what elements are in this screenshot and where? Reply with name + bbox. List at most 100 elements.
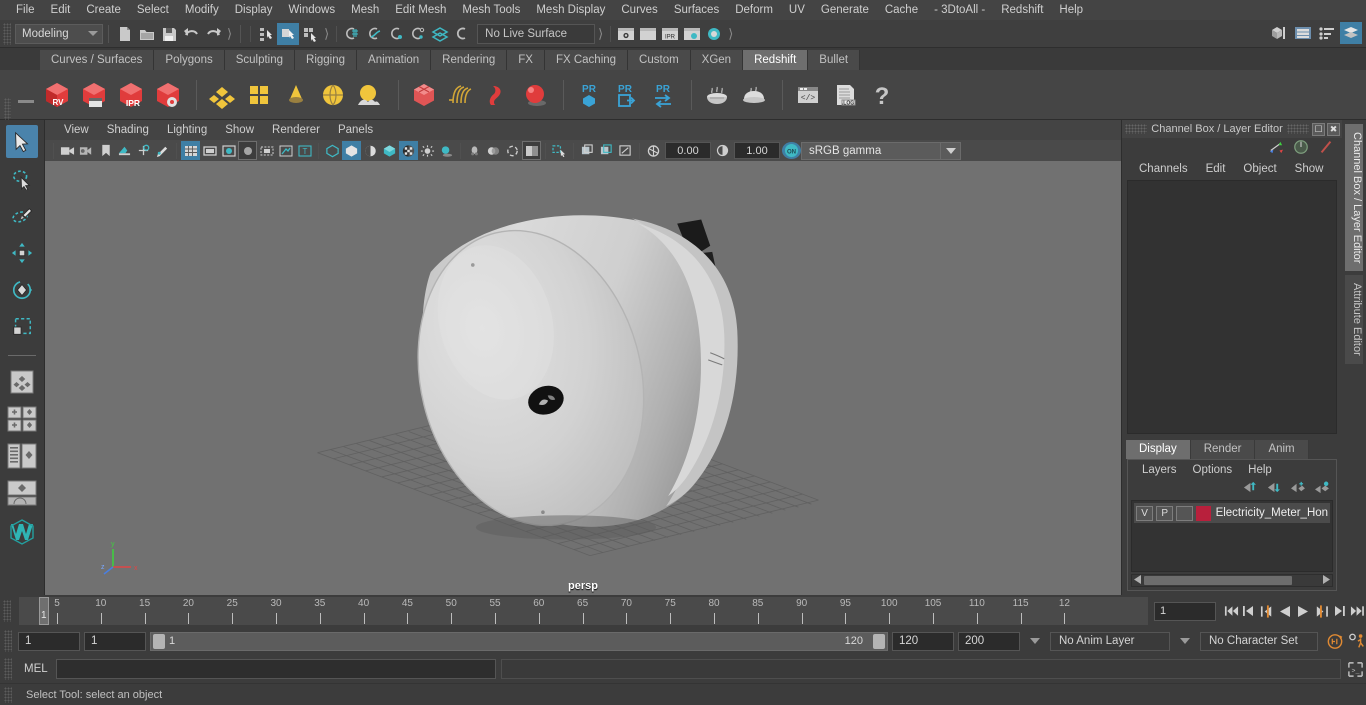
play-forwards-button[interactable] <box>1294 601 1312 621</box>
redshift-material-icon[interactable] <box>205 78 239 112</box>
layer-visibility-toggle[interactable]: V <box>1136 505 1154 521</box>
lasso-select-tool-icon[interactable] <box>6 162 38 195</box>
range-slider-grip[interactable] <box>4 630 12 652</box>
open-scene-icon[interactable] <box>136 23 158 45</box>
create-new-layer-icon[interactable] <box>1290 481 1305 497</box>
layer-state-toggle[interactable] <box>1176 505 1194 521</box>
redo-render-icon[interactable] <box>637 23 659 45</box>
scroll-left-arrow-icon[interactable] <box>1134 574 1142 587</box>
use-default-material-icon[interactable] <box>380 141 399 160</box>
depth-of-field-icon[interactable] <box>522 141 541 160</box>
image-plane-icon[interactable] <box>115 141 134 160</box>
shelf-tab-bullet[interactable]: Bullet <box>808 50 861 70</box>
vertical-tab-channel-box[interactable]: Channel Box / Layer Editor <box>1345 124 1363 272</box>
isolate-select-icon[interactable] <box>550 141 569 160</box>
redshift-script-icon[interactable]: </> <box>791 78 825 112</box>
menu-item-create[interactable]: Create <box>78 0 129 20</box>
color-management-toggle-icon[interactable]: ON <box>782 142 801 159</box>
menu-item-redshift[interactable]: Redshift <box>993 0 1051 20</box>
redshift-dome-light-icon[interactable] <box>316 78 350 112</box>
3d-viewport[interactable]: y x z persp <box>45 161 1121 595</box>
undock-panel-icon[interactable]: ☐ <box>1312 122 1325 136</box>
color-profile-dropdown-icon[interactable] <box>941 141 961 160</box>
time-slider[interactable]: 1 5 10 15 20 25 30 35 40 45 50 55 60 65 70 75 80 85 90 95 1… <box>19 597 1148 625</box>
menu-item-edit-mesh[interactable]: Edit Mesh <box>387 0 454 20</box>
character-set-field[interactable]: No Character Set <box>1200 631 1318 651</box>
shelf-tab-xgen[interactable]: XGen <box>690 50 744 70</box>
viewport-menu-shading[interactable]: Shading <box>98 124 158 136</box>
layer-menu-options[interactable]: Options <box>1185 464 1241 476</box>
layer-list[interactable]: V P Electricity_Meter_Hone <box>1131 500 1333 572</box>
snap-to-projected-center-icon[interactable] <box>407 23 429 45</box>
gate-mask-icon[interactable] <box>238 141 257 160</box>
paint-select-tool-icon[interactable] <box>6 199 38 232</box>
viewport-menu-panels[interactable]: Panels <box>329 124 382 136</box>
channel-box-menu-show[interactable]: Show <box>1286 163 1333 175</box>
xray-joints-icon[interactable] <box>276 141 295 160</box>
select-by-component-type-icon[interactable] <box>299 23 321 45</box>
select-camera-icon[interactable] <box>58 141 77 160</box>
step-back-button[interactable] <box>1240 601 1258 621</box>
redshift-render-view-icon[interactable]: RV <box>40 78 74 112</box>
dock-grip[interactable] <box>1125 124 1147 134</box>
layer-menu-layers[interactable]: Layers <box>1134 464 1185 476</box>
redshift-light-icon[interactable] <box>279 78 313 112</box>
camera-attributes-icon[interactable] <box>77 141 96 160</box>
menu-item-help[interactable]: Help <box>1051 0 1091 20</box>
exposure-icon[interactable] <box>644 141 663 160</box>
menu-item-deform[interactable]: Deform <box>727 0 781 20</box>
menu-item-3dtoall[interactable]: - 3DtoAll - <box>926 0 993 20</box>
anim-layer-dropdown-icon[interactable] <box>1030 638 1040 644</box>
playback-end-field[interactable]: 120 <box>892 631 954 651</box>
menu-set-selector[interactable]: Modeling <box>15 23 103 44</box>
toolbar-collapse-arrow-icon[interactable]: ⟩ <box>725 26 736 42</box>
toolbar-collapse-arrow-icon[interactable]: ⟩ <box>321 26 332 42</box>
viewport-menu-lighting[interactable]: Lighting <box>158 124 216 136</box>
render-current-frame-icon[interactable] <box>615 23 637 45</box>
layer-tab-render[interactable]: Render <box>1190 440 1256 459</box>
layer-name[interactable]: Electricity_Meter_Hone <box>1216 507 1328 519</box>
help-line-grip[interactable] <box>4 686 12 703</box>
layer-row[interactable]: V P Electricity_Meter_Hone <box>1134 503 1330 523</box>
snap-to-curve-icon[interactable] <box>363 23 385 45</box>
menu-item-curves[interactable]: Curves <box>613 0 665 20</box>
menu-item-mesh-tools[interactable]: Mesh Tools <box>454 0 528 20</box>
color-profile-value[interactable]: sRGB gamma <box>801 141 941 160</box>
save-scene-icon[interactable] <box>158 23 180 45</box>
menu-item-edit[interactable]: Edit <box>43 0 79 20</box>
new-scene-icon[interactable] <box>114 23 136 45</box>
move-axis-icon[interactable] <box>1268 140 1284 157</box>
toolbar-collapse-arrow-icon[interactable]: ⟩ <box>595 26 606 42</box>
redshift-bake-pies-icon[interactable] <box>700 78 734 112</box>
menu-item-modify[interactable]: Modify <box>177 0 227 20</box>
scroll-right-arrow-icon[interactable] <box>1322 574 1330 587</box>
live-surface-field[interactable]: No Live Surface <box>477 23 596 44</box>
step-forward-button[interactable] <box>1330 601 1348 621</box>
bookmark-icon[interactable] <box>96 141 115 160</box>
auto-keyframe-toggle-icon[interactable] <box>1326 631 1344 651</box>
range-slider-right-handle[interactable] <box>873 633 885 649</box>
exposure-value[interactable]: 0.00 <box>665 142 711 159</box>
close-panel-icon[interactable]: ✖ <box>1327 122 1340 136</box>
animation-preferences-icon[interactable] <box>1348 631 1366 651</box>
channel-box-content[interactable] <box>1127 180 1337 434</box>
redo-icon[interactable] <box>202 23 224 45</box>
layer-color-swatch[interactable] <box>1196 505 1211 521</box>
script-editor-icon[interactable]: >_ <box>1344 659 1366 679</box>
show-hide-channel-box-icon[interactable] <box>1340 22 1362 44</box>
redshift-pr-proxy-icon[interactable]: PR <box>572 78 606 112</box>
resolution-gate-icon[interactable] <box>219 141 238 160</box>
circular-gauge-icon[interactable] <box>1293 139 1309 158</box>
character-set-dropdown-icon[interactable] <box>1180 638 1190 644</box>
ipr-render-icon[interactable]: IPR <box>659 23 681 45</box>
red-stroke-icon[interactable] <box>1318 139 1334 158</box>
snap-to-grid-icon[interactable] <box>341 23 363 45</box>
menu-item-select[interactable]: Select <box>129 0 177 20</box>
scrollbar-thumb[interactable] <box>1144 576 1292 585</box>
redshift-volume-icon[interactable] <box>481 78 515 112</box>
grid-toggle-icon[interactable] <box>181 141 200 160</box>
shelf-tab-animation[interactable]: Animation <box>357 50 432 70</box>
anim-layer-field[interactable]: No Anim Layer <box>1050 631 1170 651</box>
film-gate-display-icon[interactable] <box>257 141 276 160</box>
show-hide-tool-settings-icon[interactable] <box>1316 22 1338 44</box>
